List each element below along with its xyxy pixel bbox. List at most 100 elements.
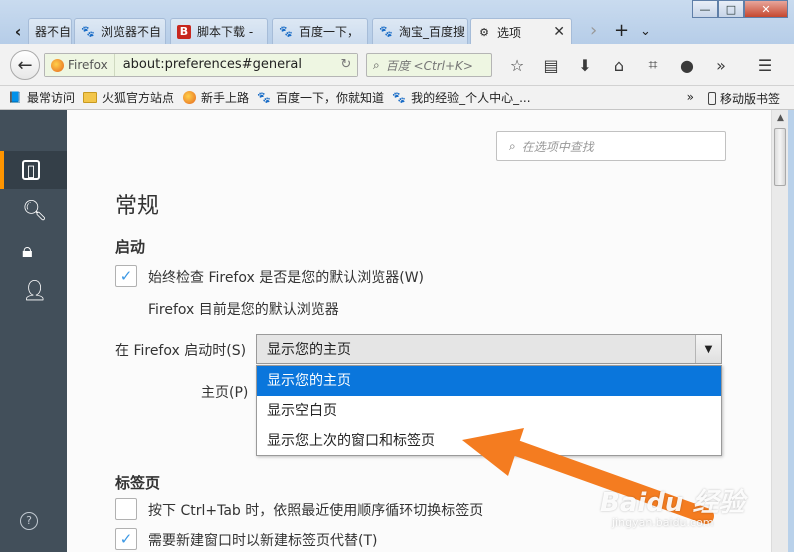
tab-item[interactable]: 🐾 浏览器不自 — [74, 18, 166, 44]
lock-icon: 🔒︎ — [22, 238, 33, 262]
vertical-scrollbar[interactable]: ▲ — [771, 110, 788, 552]
paw-icon: 🐾 — [392, 91, 406, 104]
gear-icon: ⚙ — [479, 25, 489, 39]
window-controls: — □ ✕ — [692, 0, 788, 18]
bookmark-label: 我的经验_个人中心_... — [411, 91, 531, 105]
identity-label: Firefox — [68, 58, 108, 72]
back-arrow-icon: ← — [17, 54, 33, 76]
paw-icon: 🐾 — [257, 91, 271, 104]
tab-label: 脚本下载 - — [197, 25, 254, 39]
chat-icon[interactable]: ● — [670, 54, 704, 76]
new-tab-button[interactable]: + — [614, 20, 629, 41]
section-heading-tabs: 标签页 — [115, 474, 161, 492]
tab-label: 选项 — [497, 25, 522, 40]
menu-item-show-blank[interactable]: 显示空白页 — [257, 396, 721, 426]
sidebar-item-general[interactable]: ▯ — [0, 151, 67, 189]
crop-icon[interactable]: ⌗ — [636, 54, 670, 76]
default-browser-status: Firefox 目前是您的默认浏览器 — [148, 302, 339, 318]
ctrl-tab-checkbox[interactable] — [115, 498, 137, 520]
search-icon: ⌕ — [373, 57, 380, 72]
tab-item[interactable]: B 脚本下载 - — [170, 18, 268, 44]
bookmark-star-icon[interactable]: ☆ — [500, 54, 534, 76]
overflow-chevron-icon[interactable]: » — [704, 54, 738, 76]
scroll-tabs-left-button[interactable]: ‹ — [8, 22, 28, 42]
sidebar-item-security[interactable]: 🔒︎ — [0, 231, 67, 269]
navigation-bar: ← Firefox about:preferences#general ↻ ⌕ … — [0, 44, 794, 86]
mobile-bookmarks[interactable]: 移动版书签 — [707, 90, 780, 107]
firefox-icon — [51, 58, 64, 72]
bookmark-item[interactable]: 📘 最常访问 — [8, 89, 75, 106]
page-title: 常规 — [115, 194, 160, 219]
tab-options[interactable]: ⚙ 选项 ✕ — [470, 18, 572, 45]
homepage-label: 主页(P) — [201, 385, 249, 401]
sidebar-item-search[interactable]: 🔍︎ — [0, 191, 67, 229]
menu-item-show-homepage[interactable]: 显示您的主页 — [257, 366, 721, 396]
bookmarks-toolbar: 📘 最常访问 火狐官方站点 新手上路 🐾 百度一下，你就知道 🐾 我的经验_个人… — [0, 86, 794, 110]
tab-item[interactable]: 器不自 — [28, 18, 72, 44]
mobile-bookmarks-label: 移动版书签 — [719, 92, 780, 106]
search-icon: ⌕ — [509, 138, 516, 153]
phone-icon — [707, 92, 716, 105]
reload-icon[interactable]: ↻ — [335, 54, 357, 76]
sidebar-item-sync[interactable]: 👤︎ — [0, 271, 67, 309]
reading-list-icon[interactable]: ▤ — [534, 54, 568, 76]
search-icon: 🔍︎ — [22, 198, 48, 222]
default-browser-label: 始终检查 Firefox 是否是您的默认浏览器(W) — [148, 270, 425, 286]
new-tab-checkbox[interactable]: ✓ — [115, 528, 137, 550]
checkmark-icon: ✓ — [119, 530, 133, 548]
window-frame — [788, 110, 794, 552]
maximize-button[interactable]: □ — [718, 0, 744, 18]
bookmarks-overflow-button[interactable]: » — [687, 90, 694, 104]
minimize-button[interactable]: — — [692, 0, 718, 18]
general-icon: ▯ — [22, 160, 40, 180]
back-button[interactable]: ← — [10, 50, 40, 80]
bookmark-label: 百度一下，你就知道 — [276, 91, 385, 105]
ctrl-tab-label: 按下 Ctrl+Tab 时，依照最近使用顺序循环切换标签页 — [148, 503, 484, 519]
folder-icon — [83, 91, 98, 105]
download-icon[interactable]: ⬇ — [568, 54, 602, 76]
site-identity[interactable]: Firefox — [45, 54, 115, 76]
help-icon[interactable]: ? — [20, 512, 38, 530]
new-tab-label: 需要新建窗口时以新建标签页代替(T) — [148, 533, 378, 549]
jb-icon: B — [177, 24, 191, 39]
startup-options-menu: 显示您的主页 显示空白页 显示您上次的窗口和标签页 — [256, 365, 722, 456]
search-input[interactable]: ⌕ 百度 <Ctrl+K> — [366, 53, 492, 77]
bookmark-item[interactable]: 🐾 百度一下，你就知道 — [257, 89, 384, 106]
toolbar-icons: ☆ ▤ ⬇ ⌂ ⌗ ● » ☰ — [500, 54, 782, 76]
tab-list-button[interactable]: ⌄ — [640, 24, 651, 39]
tab-item[interactable]: 🐾 百度一下， — [272, 18, 368, 44]
close-tab-icon[interactable]: ✕ — [545, 24, 565, 40]
bookmark-item[interactable]: 🐾 我的经验_个人中心_... — [392, 89, 530, 106]
scroll-tabs-right-button[interactable]: › — [590, 20, 597, 41]
firefox-icon — [182, 91, 196, 105]
bookmark-item[interactable]: 火狐官方站点 — [83, 89, 174, 106]
bookmark-item[interactable]: 新手上路 — [182, 89, 249, 106]
default-browser-checkbox[interactable]: ✓ — [115, 265, 137, 287]
section-heading-startup: 启动 — [115, 238, 146, 256]
user-icon: 👤︎ — [22, 278, 48, 302]
find-in-options-input[interactable]: ⌕ 在选项中查找 — [496, 131, 726, 161]
menu-icon[interactable]: ☰ — [748, 54, 782, 76]
tab-item[interactable]: 🐾 淘宝_百度搜 — [372, 18, 468, 44]
bookmark-label: 新手上路 — [201, 91, 250, 105]
preferences-sidebar: ▯ 🔍︎ 🔒︎ 👤︎ ? — [0, 110, 67, 552]
baidu-watermark-url: jingyan.baidu.com — [612, 516, 714, 529]
scrollbar-thumb[interactable] — [774, 128, 786, 186]
url-input[interactable]: about:preferences#general — [114, 54, 335, 76]
chevron-down-icon[interactable]: ▼ — [695, 335, 721, 363]
paw-icon: 🐾 — [81, 25, 95, 38]
on-startup-select[interactable]: 显示您的主页 ▼ — [256, 334, 722, 364]
menu-item-restore-session[interactable]: 显示您上次的窗口和标签页 — [257, 426, 721, 456]
bookmark-label: 最常访问 — [27, 91, 76, 105]
home-icon[interactable]: ⌂ — [602, 54, 636, 76]
url-bar[interactable]: Firefox about:preferences#general ↻ — [44, 53, 358, 77]
paw-icon: 🐾 — [279, 25, 293, 38]
paw-icon: 🐾 — [379, 25, 393, 38]
tab-strip: ‹ 器不自 🐾 浏览器不自 B 脚本下载 - 🐾 百度一下， 🐾 淘宝_百度搜 … — [0, 0, 794, 45]
scroll-up-icon[interactable]: ▲ — [772, 110, 789, 127]
on-startup-value: 显示您的主页 — [267, 342, 351, 358]
find-placeholder: 在选项中查找 — [521, 139, 594, 154]
close-window-button[interactable]: ✕ — [744, 0, 788, 18]
on-startup-label: 在 Firefox 启动时(S) — [115, 343, 247, 359]
baidu-watermark: Baidu 经验 — [600, 488, 745, 518]
